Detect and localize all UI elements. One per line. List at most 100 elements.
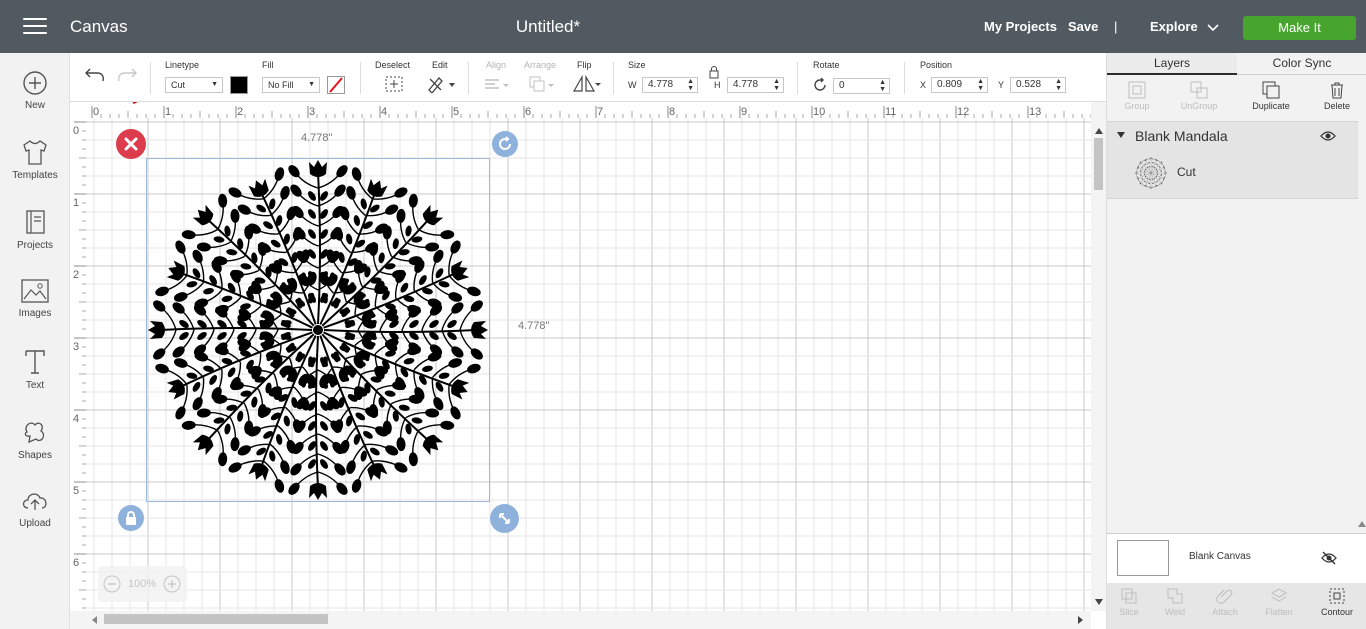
stepper-icon[interactable]: ▲ ▼ [687, 78, 694, 92]
ruler-label-top: 1 [165, 106, 171, 118]
position-x-input[interactable]: 0.809 ▲ ▼ [931, 77, 988, 93]
linetype-select[interactable]: Cut ▼ [165, 77, 223, 93]
no-fill-swatch-icon[interactable] [327, 76, 345, 94]
align-icon [485, 79, 509, 89]
linetype-color-swatch[interactable] [230, 76, 248, 94]
bottom-actions-bar: Slice Weld Attach Flatten Contour [1107, 583, 1366, 629]
duplicate-icon [1262, 81, 1280, 99]
ruler-label-top: 5 [453, 106, 459, 118]
sidebar-item-text[interactable]: Text [0, 348, 70, 391]
eye-icon[interactable] [1320, 130, 1336, 142]
group-icon [1128, 81, 1146, 99]
rotate-input[interactable]: 0 ▲ ▼ [833, 78, 890, 94]
app-window: Canvas Untitled* My Projects Save | Expl… [0, 0, 1366, 629]
explore-menu[interactable]: Explore [1150, 19, 1219, 34]
ruler-label-top: 10 [813, 106, 825, 118]
design-canvas[interactable]: 012345678910111213140123456 4.778" 4.778… [70, 102, 1091, 611]
scroll-left-icon[interactable] [92, 616, 98, 624]
stepper-icon[interactable]: ▲ ▼ [879, 79, 886, 93]
toolbar-divider [904, 62, 905, 94]
scroll-up-icon[interactable] [1095, 128, 1103, 134]
layer-thumbnail-mandala[interactable] [1135, 157, 1167, 189]
rotate-icon [814, 77, 826, 91]
sidebar-item-images[interactable]: Images [0, 278, 70, 319]
toolbar-divider [150, 62, 151, 94]
delete-button[interactable]: Delete [1307, 81, 1366, 111]
sidebar-label-text: Text [25, 380, 45, 391]
delete-handle[interactable] [116, 129, 146, 159]
layers-panel: Layers Color Sync Group UnGroup Duplicat… [1106, 53, 1366, 629]
toolbar-divider [360, 62, 361, 94]
sidebar-item-shapes[interactable]: Shapes [0, 418, 70, 461]
resize-handle[interactable] [490, 504, 519, 533]
resize-arrows-icon [499, 513, 510, 524]
projects-icon [26, 210, 45, 234]
arrange-label: Arrange [524, 60, 557, 70]
save-link[interactable]: Save [1068, 19, 1098, 34]
plus-circle-icon [23, 71, 47, 95]
tab-layers[interactable]: Layers [1107, 53, 1237, 75]
ruler-label-top: 13 [1029, 106, 1041, 118]
rotate-value: 0 [839, 80, 845, 91]
edit-tools-icon[interactable] [427, 75, 457, 93]
deselect-icon[interactable] [384, 75, 404, 93]
my-projects-link[interactable]: My Projects [984, 19, 1057, 34]
fill-select[interactable]: No Fill ▼ [262, 77, 320, 93]
scroll-right-icon[interactable] [1077, 616, 1083, 624]
arrange-icon [529, 76, 554, 92]
ruler-label-top: 8 [669, 106, 675, 118]
selection-box[interactable] [146, 158, 490, 502]
vertical-scroll-thumb[interactable] [1094, 138, 1103, 190]
hidden-eye-icon[interactable] [1321, 551, 1337, 565]
top-header: Canvas Untitled* My Projects Save | Expl… [0, 0, 1366, 53]
sidebar-item-new[interactable]: New [0, 70, 70, 111]
duplicate-button[interactable]: Duplicate [1241, 81, 1301, 111]
sidebar-item-projects[interactable]: Projects [0, 208, 70, 251]
sidebar-item-upload[interactable]: Upload [0, 488, 70, 529]
blank-canvas-swatch[interactable] [1117, 540, 1169, 576]
ruler-label-top: 12 [957, 106, 969, 118]
lock-proportions-icon[interactable] [708, 65, 720, 79]
horizontal-scrollbar[interactable] [70, 611, 1091, 629]
position-y-input[interactable]: 0.528 ▲ ▼ [1010, 77, 1066, 93]
blank-canvas-row[interactable]: Blank Canvas [1107, 533, 1366, 583]
width-input[interactable]: 4.778 ▲ ▼ [642, 77, 698, 93]
tab-color-sync[interactable]: Color Sync [1237, 53, 1366, 75]
layer-group-blank-mandala[interactable]: Blank Mandala Cut [1107, 121, 1359, 199]
vertical-scrollbar[interactable] [1091, 102, 1106, 611]
height-value: 4.778 [733, 79, 759, 90]
sidebar-item-templates[interactable]: Templates [0, 138, 70, 181]
redo-icon[interactable] [116, 67, 138, 83]
layer-item-name[interactable]: Cut [1177, 165, 1196, 179]
ruler-label-left: 1 [73, 197, 79, 209]
scroll-up-icon[interactable] [1358, 521, 1366, 527]
make-it-button[interactable]: Make It [1243, 16, 1356, 40]
sidebar-label-images: Images [18, 308, 52, 319]
ruler-label-top: 6 [525, 106, 531, 118]
paperclip-icon [1216, 589, 1233, 604]
linetype-value: Cut [171, 80, 186, 90]
blank-canvas-label: Blank Canvas [1189, 551, 1251, 562]
shirt-icon [23, 140, 47, 165]
zoom-in-icon[interactable] [163, 575, 181, 593]
contour-button[interactable]: Contour [1307, 587, 1366, 617]
horizontal-scroll-thumb[interactable] [104, 614, 328, 624]
stepper-icon[interactable]: ▲ ▼ [1055, 78, 1062, 92]
collapse-caret-icon[interactable] [1117, 132, 1125, 138]
document-title[interactable]: Untitled* [0, 17, 1096, 37]
flatten-button: Flatten [1249, 587, 1309, 617]
trash-icon [1331, 82, 1343, 99]
linetype-label: Linetype [165, 60, 200, 70]
undo-icon[interactable] [84, 67, 106, 83]
flip-icon[interactable] [572, 75, 602, 93]
align-label: Align [486, 60, 507, 70]
height-input[interactable]: 4.778 ▲ ▼ [727, 77, 784, 93]
width-value: 4.778 [648, 79, 674, 90]
zoom-out-icon[interactable] [103, 575, 121, 593]
stepper-icon[interactable]: ▲ ▼ [773, 78, 780, 92]
edit-toolbar: Linetype Cut ▼ Fill No Fill ▼ Deselect Edi… [70, 53, 1106, 102]
stepper-icon[interactable]: ▲ ▼ [977, 78, 984, 92]
rotate-handle[interactable] [492, 131, 518, 157]
lock-handle[interactable] [118, 505, 144, 531]
slice-label: Slice [1119, 607, 1139, 617]
